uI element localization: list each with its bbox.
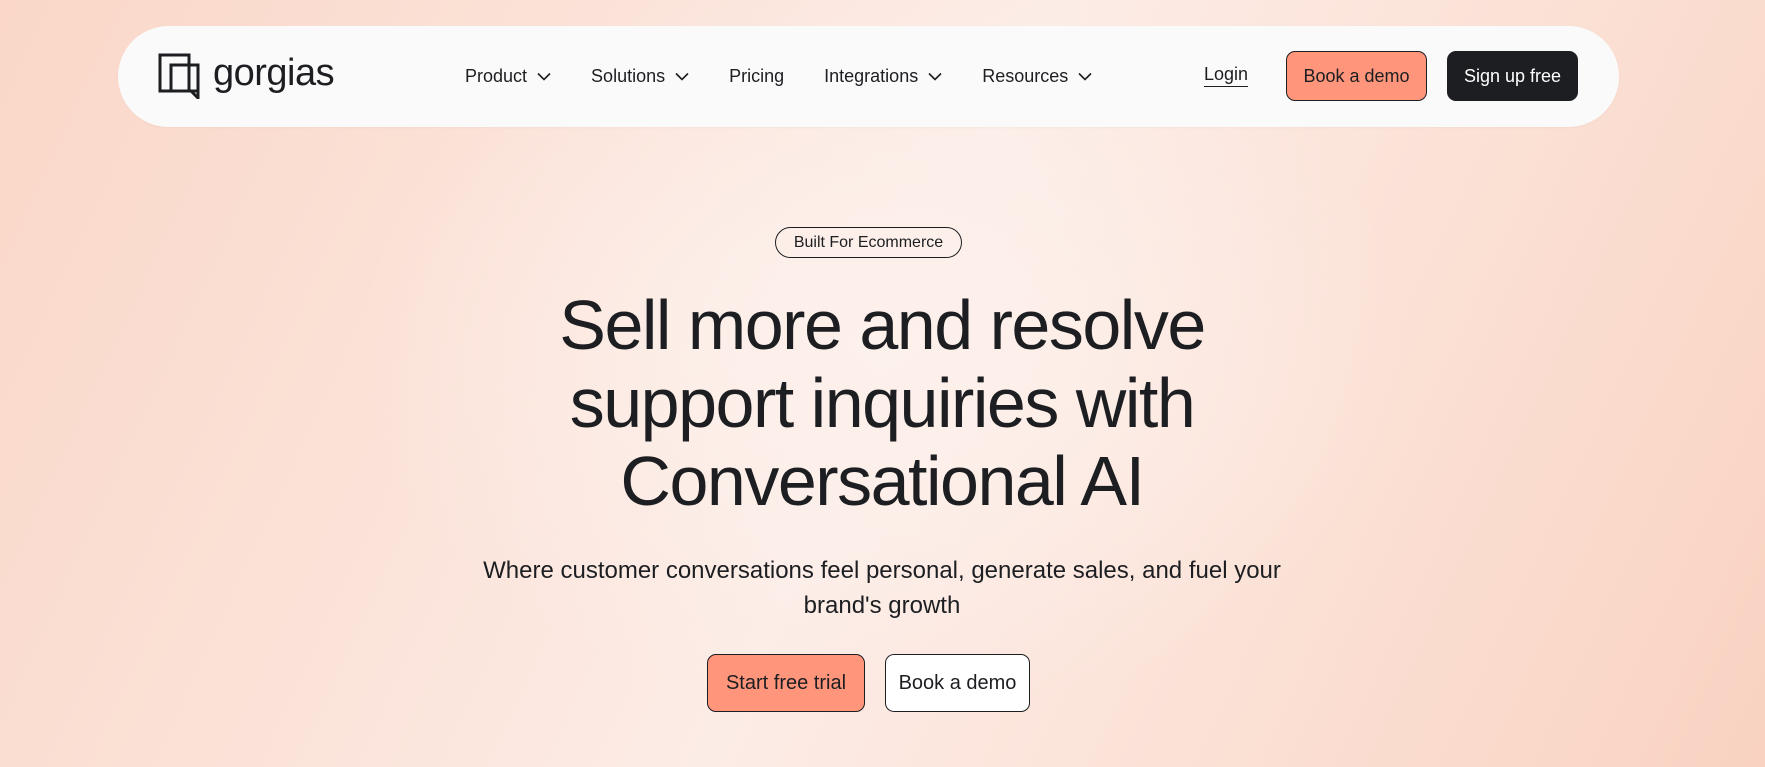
hero-title-line: Conversational AI xyxy=(620,442,1145,520)
book-demo-button[interactable]: Book a demo xyxy=(1286,51,1427,101)
nav-item-solutions[interactable]: Solutions xyxy=(591,66,689,87)
login-link[interactable]: Login xyxy=(1204,64,1249,87)
hero-subtitle-line: Where customer conversations feel person… xyxy=(483,557,1281,584)
primary-nav: Product Solutions Pricing Integrations R… xyxy=(465,26,1132,127)
gorgias-logo-icon xyxy=(158,53,200,99)
start-free-trial-button[interactable]: Start free trial xyxy=(707,654,865,712)
nav-item-pricing[interactable]: Pricing xyxy=(729,66,784,87)
nav-item-resources[interactable]: Resources xyxy=(982,66,1092,87)
page: gorgias Product Solutions Pricing Integr… xyxy=(0,0,1765,767)
top-navbar: gorgias Product Solutions Pricing Integr… xyxy=(118,26,1619,127)
nav-item-label: Integrations xyxy=(824,66,919,86)
nav-item-product[interactable]: Product xyxy=(465,66,551,87)
hero-subtitle-line: brand's growth xyxy=(803,592,961,619)
nav-item-label: Resources xyxy=(982,66,1069,86)
brand-name: gorgias xyxy=(213,52,335,94)
hero-badge: Built For Ecommerce xyxy=(775,227,962,258)
chevron-down-icon xyxy=(928,72,942,81)
nav-item-label: Pricing xyxy=(729,66,785,86)
nav-item-label: Solutions xyxy=(591,66,666,86)
nav-item-label: Product xyxy=(465,66,528,86)
chevron-down-icon xyxy=(537,72,551,81)
hero-title-line: Sell more and resolve xyxy=(559,286,1206,364)
hero-title-line: support inquiries with xyxy=(569,364,1196,442)
hero-title: Sell more and resolve support inquiries … xyxy=(382,286,1382,520)
sign-up-button[interactable]: Sign up free xyxy=(1447,51,1578,101)
logo-link[interactable]: gorgias xyxy=(158,52,335,99)
nav-item-integrations[interactable]: Integrations xyxy=(824,66,942,87)
hero-book-demo-button[interactable]: Book a demo xyxy=(885,654,1030,712)
hero-subtitle: Where customer conversations feel person… xyxy=(432,553,1332,623)
chevron-down-icon xyxy=(1078,72,1092,81)
chevron-down-icon xyxy=(675,72,689,81)
